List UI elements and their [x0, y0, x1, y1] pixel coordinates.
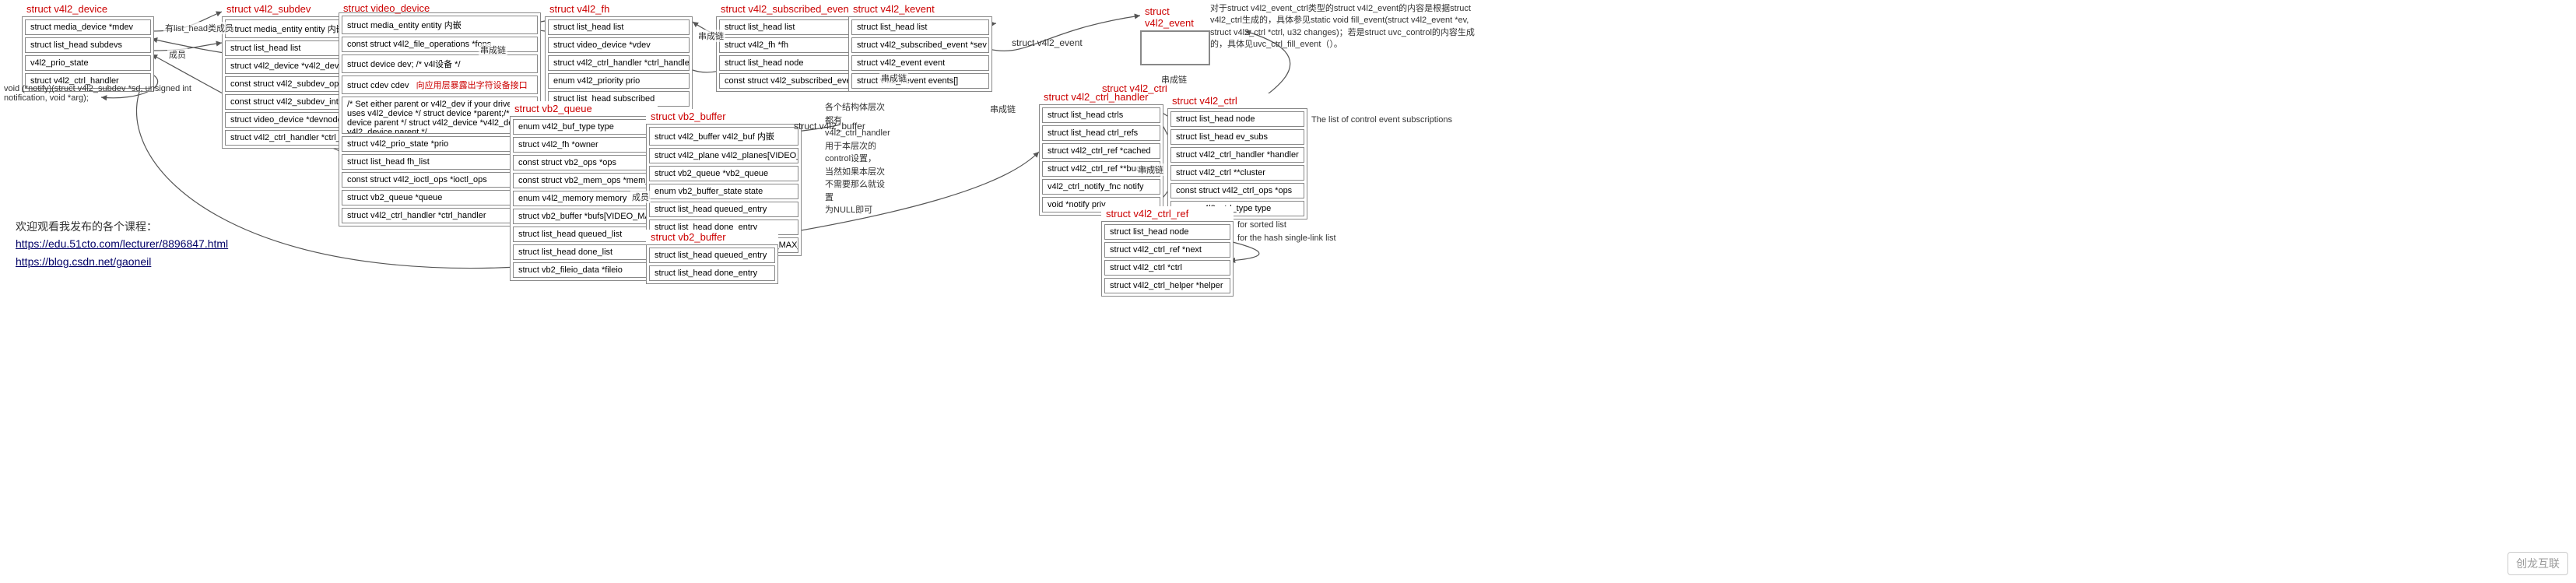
field: struct v4l2_ctrl **cluster	[1170, 165, 1304, 181]
field: struct cdev cdev 向应用层暴露出字符设备接口	[342, 76, 538, 94]
ref-note-1: for sorted list	[1237, 220, 1286, 230]
struct-vb2-buffer-2: struct vb2_buffer struct list_head queue…	[646, 230, 778, 284]
field: struct list_head ctrl_refs	[1042, 125, 1160, 141]
field: struct list_head list	[851, 19, 989, 35]
field: v4l2_ctrl_notify_fnc notify	[1042, 179, 1160, 195]
edge-label: 串成链	[1160, 73, 1188, 86]
field: struct v4l2_ctrl_handler *ctrl_handler	[342, 208, 538, 223]
watermark-logo: 创龙互联	[2508, 552, 2568, 575]
field: struct vb2_fileio_data *fileio	[513, 262, 655, 278]
edge-label: 串成链	[879, 72, 908, 84]
field: struct v4l2_ctrl *ctrl	[1104, 260, 1230, 276]
field: struct v4l2_subscribed_event *sev	[851, 37, 989, 53]
field: struct v4l2_ctrl_handler *ctrl_handler	[548, 55, 690, 71]
edge-label: 串成链	[988, 103, 1017, 115]
struct-v4l2-ctrl-fields: struct v4l2_ctrl struct list_head node s…	[1167, 93, 1307, 220]
field: struct list_head node	[1170, 111, 1304, 127]
struct-title: struct v4l2_event	[1140, 4, 1210, 30]
field: struct media_device *mdev	[25, 19, 151, 35]
v4l2-event-label: struct v4l2_event	[1012, 37, 1083, 48]
field: struct list_head subdevs	[25, 37, 151, 53]
field: struct v4l2_fh *owner	[513, 137, 655, 153]
field: enum v4l2_buf_type type	[513, 119, 655, 135]
field: struct device dev; /* v4l设备 */	[342, 54, 538, 73]
struct-title: struct v4l2_fh	[545, 2, 693, 16]
footer-link-1[interactable]: https://edu.51cto.com/lecturer/8896847.h…	[16, 237, 228, 250]
field: struct list_head queued_list	[513, 227, 655, 242]
field: struct v4l2_buffer v4l2_buf 内嵌	[649, 127, 798, 146]
field: struct vb2_queue *queue	[342, 190, 538, 205]
struct-title: struct v4l2_ctrl_ref	[1101, 206, 1234, 221]
v4l2-event-note: 对于struct v4l2_event_ctrl类型的struct v4l2_e…	[1210, 3, 1483, 51]
field: struct list_head queued_entry	[649, 248, 775, 263]
struct-title: struct vb2_buffer	[646, 230, 778, 244]
struct-v4l2-device: struct v4l2_device struct media_device *…	[22, 2, 154, 92]
field: struct list_head node	[1104, 224, 1230, 240]
field: struct list_head ev_subs	[1170, 129, 1304, 145]
field: struct v4l2_ctrl_ref *cached	[1042, 143, 1160, 159]
edge-label: 有list_head类成员	[163, 22, 235, 34]
struct-v4l2-kevent: struct v4l2_kevent struct list_head list…	[848, 2, 992, 92]
struct-title: struct video_device	[339, 1, 434, 16]
ctrl-handler-note: 各个结构体层次 都有 v4l2_ctrl_handler 用于本层次的 cont…	[825, 101, 887, 217]
struct-v4l2-event: struct v4l2_event	[1140, 4, 1210, 65]
field: struct v4l2_ctrl_helper *helper	[1104, 278, 1230, 293]
struct-v4l2-ctrl-ref: struct v4l2_ctrl_ref struct list_head no…	[1101, 206, 1234, 297]
edge-label: 串成链	[697, 30, 725, 42]
field: const struct vb2_mem_ops *mem_ops	[513, 173, 655, 188]
field: struct list_head fh_list	[342, 154, 538, 170]
struct-title: struct vb2_buffer	[646, 109, 802, 124]
v4l2-device-footer: void (*notify)(struct v4l2_subdev *sd, u…	[4, 84, 222, 103]
field: struct list_head ctrls	[1042, 107, 1160, 123]
field: struct video_device *vdev	[548, 37, 690, 53]
footer-block: 欢迎观看我发布的各个课程： https://edu.51cto.com/lect…	[16, 218, 228, 270]
edge-label: 串成链	[479, 44, 507, 56]
field: enum v4l2_priority prio	[548, 73, 690, 89]
struct-title: struct v4l2_device	[22, 2, 154, 16]
field: struct v4l2_event event	[851, 55, 989, 71]
field: struct list_head list	[548, 19, 690, 35]
field: struct v4l2_ctrl_handler *handler	[1170, 147, 1304, 163]
field: struct list_head queued_entry	[649, 202, 798, 217]
footer-title: 欢迎观看我发布的各个课程：	[16, 218, 228, 235]
footer-link-2[interactable]: https://blog.csdn.net/gaoneil	[16, 255, 151, 268]
edge-label: 串成链	[1136, 163, 1165, 176]
field: const struct vb2_ops *ops	[513, 155, 655, 170]
struct-title: struct v4l2_kevent	[848, 2, 992, 16]
edge-label: 成员	[630, 191, 651, 203]
field: struct v4l2_prio_state *prio	[342, 136, 538, 152]
field: /* Set either parent or v4l2_dev if your…	[342, 97, 538, 134]
field: const struct v4l2_ctrl_ops *ops	[1170, 183, 1304, 198]
field: const struct v4l2_file_operations *fops	[342, 37, 538, 52]
field: struct vb2_buffer *bufs[VIDEO_MAX_FRAME]	[513, 209, 655, 224]
field: v4l2_prio_state	[25, 55, 151, 71]
struct-v4l2-ctrl-handler: struct v4l2_ctrl_handler struct list_hea…	[1039, 90, 1163, 216]
edge-label: 成员	[167, 48, 188, 61]
field: struct v4l2_plane v4l2_planes[VIDEO_MAX_…	[649, 148, 798, 163]
ref-note-2: for the hash single-link list	[1237, 234, 1336, 243]
field: const struct v4l2_ioctl_ops *ioctl_ops	[342, 172, 538, 188]
ev-subs-note: The list of control event subscriptions	[1311, 115, 1452, 125]
field: struct v4l2_ctrl_ref *next	[1104, 242, 1230, 258]
struct-title: struct vb2_queue	[510, 101, 658, 116]
field: struct v4l2_kevent events[]	[851, 73, 989, 89]
struct-title: struct v4l2_ctrl	[1167, 93, 1307, 108]
field: struct list_head done_list	[513, 244, 655, 260]
field: enum vb2_buffer_state state	[649, 184, 798, 199]
field: struct vb2_queue *vb2_queue	[649, 166, 798, 181]
field: struct media_entity entity 内嵌	[342, 16, 538, 34]
field: struct list_head done_entry	[649, 265, 775, 281]
